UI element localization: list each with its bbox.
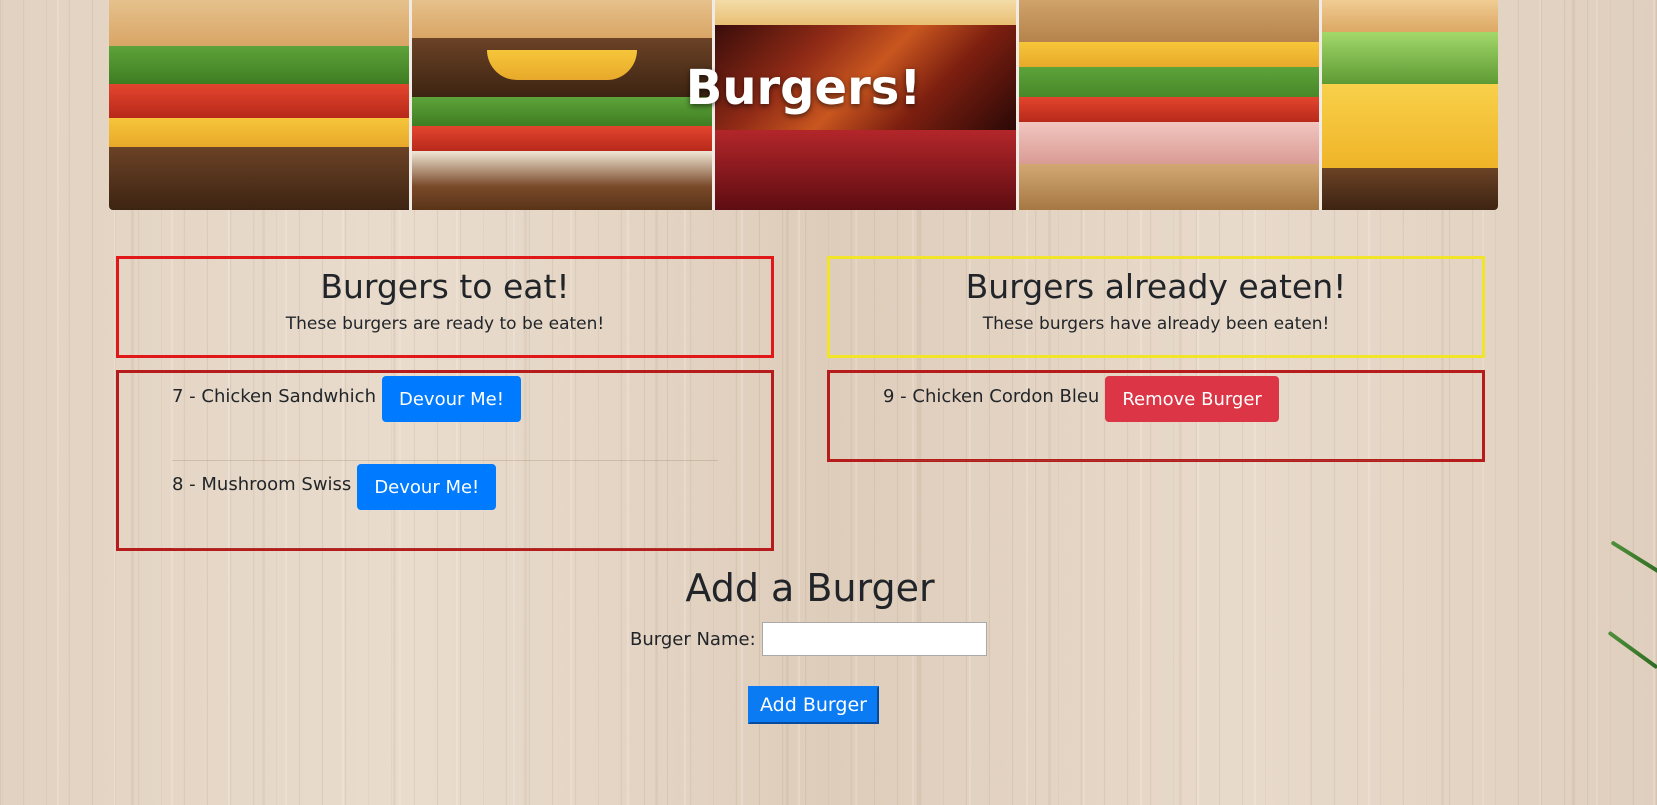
add-burger-form: Burger Name:: [630, 622, 987, 656]
add-burger-button[interactable]: Add Burger: [748, 686, 879, 724]
burger-name-input[interactable]: [761, 622, 987, 656]
to-eat-header: Burgers to eat! These burgers are ready …: [116, 256, 774, 358]
devour-button[interactable]: Devour Me!: [381, 376, 521, 422]
to-eat-heading: Burgers to eat!: [320, 267, 570, 306]
burger-label: 7 - Chicken Sandwhich: [172, 386, 376, 407]
eaten-subheading: These burgers have already been eaten!: [982, 314, 1330, 334]
leaf-decoration: [1607, 630, 1657, 670]
to-eat-subheading: These burgers are ready to be eaten!: [285, 314, 605, 334]
eaten-heading: Burgers already eaten!: [965, 267, 1347, 306]
burger-name-label: Burger Name:: [630, 628, 756, 650]
page-title: Burgers!: [685, 60, 922, 116]
list-item: 9 - Chicken Cordon Bleu Remove Burger: [883, 373, 1429, 461]
add-burger-title: Add a Burger: [685, 566, 935, 610]
eaten-header: Burgers already eaten! These burgers hav…: [827, 256, 1485, 358]
eaten-list: 9 - Chicken Cordon Bleu Remove Burger: [827, 370, 1485, 462]
to-eat-list: 7 - Chicken Sandwhich Devour Me! 8 - Mus…: [116, 370, 774, 551]
list-item: 7 - Chicken Sandwhich Devour Me!: [172, 373, 718, 461]
burger-label: 8 - Mushroom Swiss: [172, 474, 352, 495]
devour-button[interactable]: Devour Me!: [357, 464, 497, 510]
list-item: 8 - Mushroom Swiss Devour Me!: [172, 461, 718, 549]
burger-label: 9 - Chicken Cordon Bleu: [883, 386, 1100, 407]
remove-burger-button[interactable]: Remove Burger: [1105, 376, 1279, 422]
